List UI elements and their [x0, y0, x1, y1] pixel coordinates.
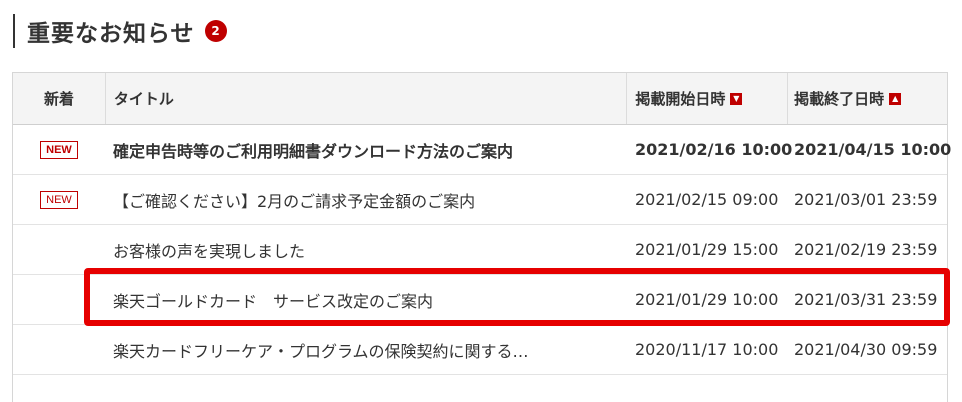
- header-end-date-label: 掲載終了日時: [794, 90, 885, 108]
- start-date: 2021/02/15 09:00: [635, 190, 779, 209]
- new-badge: NEW: [40, 140, 78, 159]
- start-date: 2021/01/29 15:00: [635, 240, 779, 259]
- start-date: 2021/02/16 10:00: [635, 140, 793, 159]
- section-heading: 重要なお知らせ 2: [13, 14, 227, 48]
- start-date: 2020/11/17 10:00: [635, 340, 779, 359]
- notice-title-link[interactable]: 楽天ゴールドカード サービス改定のご案内: [105, 288, 627, 312]
- notice-title-link[interactable]: お客様の声を実現しました: [105, 238, 627, 262]
- table-row[interactable]: お客様の声を実現しました 2021/01/29 15:00 2021/02/19 2…: [13, 225, 947, 275]
- new-badge: NEW: [40, 190, 78, 209]
- new-cell: NEW: [13, 190, 105, 209]
- notice-title-link[interactable]: 確定申告時等のご利用明細書ダウンロード方法のご案内: [105, 138, 627, 162]
- notice-title-link[interactable]: 楽天カードフリーケア・プログラムの保険契約に関する…: [105, 338, 627, 362]
- table-row[interactable]: NEW 確定申告時等のご利用明細書ダウンロード方法のご案内 2021/02/16 1…: [13, 125, 952, 175]
- table-header: 新着 タイトル 掲載開始日時 ▼ 掲載終了日時 ▲: [13, 73, 947, 125]
- notice-count-badge: 2: [204, 20, 227, 42]
- header-start-date-label: 掲載開始日時: [635, 90, 726, 108]
- table-row[interactable]: NEW 【ご確認ください】2月のご請求予定金額のご案内 2021/02/15 09:…: [13, 175, 947, 225]
- table-row[interactable]: 楽天ゴールドカード サービス改定のご案内 2021/01/29 10:00 2021…: [13, 275, 947, 325]
- header-start-date[interactable]: 掲載開始日時 ▼: [627, 73, 789, 124]
- end-date: 2021/02/19 23:59: [794, 240, 938, 259]
- sort-down-icon[interactable]: ▼: [730, 92, 743, 105]
- new-cell: NEW: [13, 140, 105, 159]
- table-row[interactable]: 楽天カードフリーケア・プログラムの保険契約に関する… 2020/11/17 10:…: [13, 325, 947, 375]
- start-date: 2021/01/29 10:00: [635, 290, 779, 309]
- end-date: 2021/04/30 09:59: [794, 340, 938, 359]
- header-new: 新着: [13, 73, 106, 124]
- sort-up-icon[interactable]: ▲: [889, 92, 902, 105]
- page-title: 重要なお知らせ: [27, 21, 195, 47]
- end-date: 2021/03/31 23:59: [794, 290, 938, 309]
- notice-table: 新着 タイトル 掲載開始日時 ▼ 掲載終了日時 ▲ NEW 確定申告時等のご利用明…: [12, 72, 952, 402]
- header-title: タイトル: [106, 73, 628, 124]
- header-end-date[interactable]: 掲載終了日時 ▲: [788, 73, 947, 124]
- end-date: 2021/03/01 23:59: [794, 190, 938, 209]
- end-date: 2021/04/15 10:00: [794, 140, 952, 159]
- notice-title-link[interactable]: 【ご確認ください】2月のご請求予定金額のご案内: [105, 188, 627, 212]
